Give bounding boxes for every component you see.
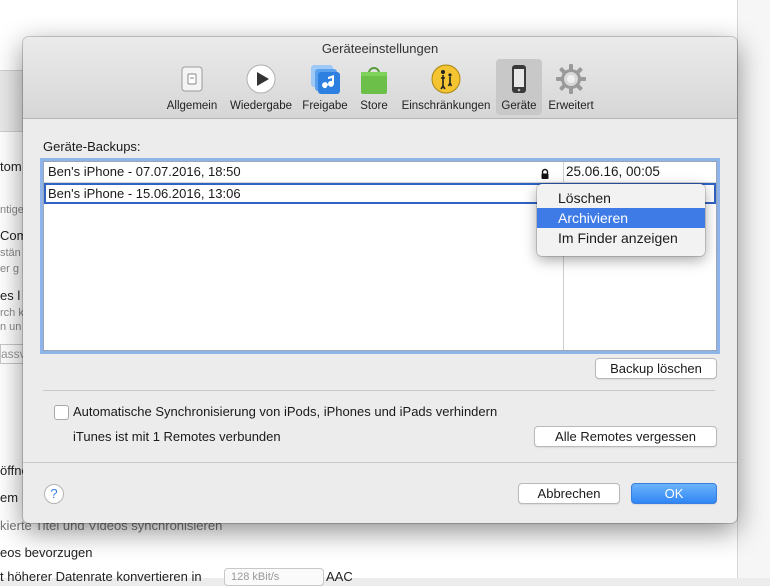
device-preferences-dialog: Geräteeinstellungen Allgemein Wiedergabe… xyxy=(23,37,737,523)
prevent-sync-label: Automatische Synchronisierung von iPods,… xyxy=(73,404,498,419)
tab-label: Store xyxy=(360,100,388,112)
background-text: es l xyxy=(0,288,21,303)
background-text: ntige xyxy=(0,204,24,216)
cancel-button[interactable]: Abbrechen xyxy=(518,483,620,504)
background-text: rch k xyxy=(0,307,24,319)
ok-button[interactable]: OK xyxy=(631,483,717,504)
tab-einschraenkungen[interactable]: Einschränkungen xyxy=(397,59,495,115)
menu-item-archivieren[interactable]: Archivieren xyxy=(537,208,705,228)
play-icon xyxy=(245,63,277,95)
divider xyxy=(23,462,737,463)
tab-allgemein[interactable]: Allgemein xyxy=(163,59,221,115)
remotes-status: iTunes ist mit 1 Remotes verbunden xyxy=(73,429,281,444)
help-button[interactable]: ? xyxy=(44,484,64,504)
gear-icon xyxy=(555,63,587,95)
background-text: em xyxy=(0,490,19,505)
backup-name: Ben's iPhone - 07.07.2016, 18:50 xyxy=(48,164,241,179)
delete-backup-button[interactable]: Backup löschen xyxy=(595,358,717,379)
backup-name: Ben's iPhone - 15.06.2016, 13:06 xyxy=(48,186,241,201)
tab-freigabe[interactable]: Freigabe xyxy=(299,59,351,115)
tab-label: Allgemein xyxy=(166,100,218,112)
tab-label: Einschränkungen xyxy=(401,100,491,112)
bitrate-select: 128 kBit/s xyxy=(224,568,324,586)
prevent-sync-checkbox[interactable] xyxy=(54,405,69,420)
backup-date: 25.06.16, 00:05 xyxy=(566,164,660,179)
store-bag-icon xyxy=(358,63,390,95)
divider xyxy=(43,390,715,391)
background-panel xyxy=(0,70,24,132)
sharing-music-icon xyxy=(309,63,341,95)
tab-erweitert[interactable]: Erweitert xyxy=(544,59,598,115)
tab-label: Freigabe xyxy=(302,100,348,112)
tab-label: Geräte xyxy=(501,100,537,112)
background-text: tom xyxy=(0,159,22,174)
background-text: AAC xyxy=(326,569,353,584)
background-right-strip xyxy=(737,0,770,578)
parental-icon xyxy=(430,63,462,95)
forget-remotes-button[interactable]: Alle Remotes vergessen xyxy=(534,426,717,447)
tab-store[interactable]: Store xyxy=(353,59,395,115)
tab-label: Erweitert xyxy=(548,100,594,112)
switch-icon xyxy=(176,63,208,95)
tab-geraete[interactable]: Geräte xyxy=(496,59,542,115)
context-menu: Löschen Archivieren Im Finder anzeigen xyxy=(537,184,705,256)
menu-item-im-finder-anzeigen[interactable]: Im Finder anzeigen xyxy=(537,228,705,248)
tab-wiedergabe[interactable]: Wiedergabe xyxy=(225,59,297,115)
background-text: er g xyxy=(0,263,19,275)
background-text: stän xyxy=(0,247,21,259)
background-text: eos bevorzugen xyxy=(0,545,93,560)
background-text: n un xyxy=(0,321,22,333)
dialog-toolbar: Geräteeinstellungen Allgemein Wiedergabe… xyxy=(23,37,737,119)
backups-heading: Geräte-Backups: xyxy=(43,139,141,154)
menu-item-loeschen[interactable]: Löschen xyxy=(537,188,705,208)
dialog-title: Geräteeinstellungen xyxy=(321,41,439,56)
lock-icon xyxy=(539,166,551,179)
tab-label: Wiedergabe xyxy=(229,100,292,112)
table-row[interactable]: Ben's iPhone - 07.07.2016, 18:50 25.06.1… xyxy=(44,162,716,183)
background-text: t höherer Datenrate konvertieren in xyxy=(0,569,202,584)
iphone-icon xyxy=(503,63,535,95)
